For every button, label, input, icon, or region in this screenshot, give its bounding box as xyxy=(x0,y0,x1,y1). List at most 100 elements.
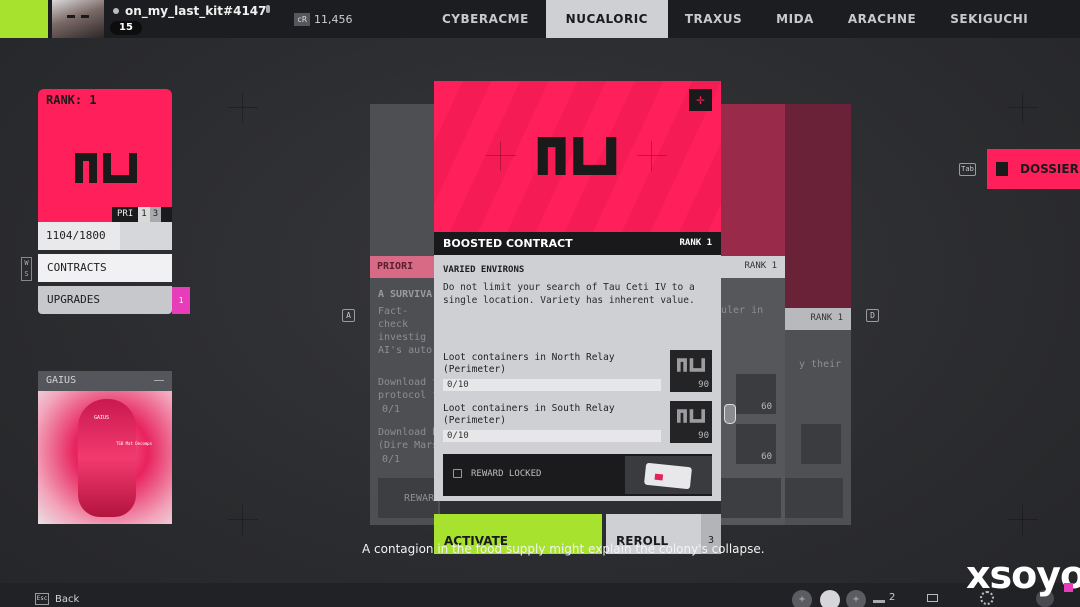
gaius-header: GAIUS xyxy=(38,371,172,391)
card-reward-text: REWAR xyxy=(404,493,435,504)
menu-key-hint: W S xyxy=(21,257,32,281)
bg-crosshair xyxy=(228,505,258,535)
gaius-hud-label: GAIUS xyxy=(94,415,110,421)
add-friend-icon[interactable]: + xyxy=(792,590,812,607)
card-title: A SURVIVA xyxy=(378,289,433,300)
card-objective-value: 0/1 xyxy=(382,454,401,465)
gaius-label: GAIUS xyxy=(46,375,77,386)
card-reward: REWAR xyxy=(378,478,438,518)
bg-crosshair xyxy=(228,93,258,123)
invite-icon[interactable]: + xyxy=(846,590,866,607)
tab-arachne[interactable]: ARACHNE xyxy=(831,0,933,38)
pri-total: 3 xyxy=(149,207,162,222)
squad-count: 2 xyxy=(889,592,896,603)
thumb-value: 60 xyxy=(761,452,772,462)
objective-progress: 0/10 xyxy=(443,379,661,391)
mic-icon xyxy=(266,5,270,13)
card-art xyxy=(785,104,851,308)
tab-cyberacme[interactable]: CYBERACME xyxy=(425,0,546,38)
watermark-dot xyxy=(1064,583,1073,592)
tab-sekiguchi[interactable]: SEKIGUCHI xyxy=(933,0,1045,38)
menu-upgrades[interactable]: UPGRADES xyxy=(38,286,172,314)
card-reward xyxy=(785,478,843,518)
credits-amount: 11,456 xyxy=(314,13,353,26)
card-text: uler in xyxy=(721,305,764,316)
card-header: PRIORI xyxy=(370,256,440,278)
avatar-eye xyxy=(67,15,75,18)
background-contract-card[interactable]: RANK 1 y their xyxy=(785,104,851,525)
card-reward-thumb: 60 xyxy=(736,374,776,414)
art-crosshair xyxy=(486,141,516,171)
faction-rank-card xyxy=(38,109,172,222)
card-text: Fact-check investig AI's auto xyxy=(378,306,433,356)
tab-traxus[interactable]: TRAXUS xyxy=(668,0,759,38)
player-avatar[interactable] xyxy=(52,0,104,38)
contract-description: Do not limit your search of Tau Ceti IV … xyxy=(443,282,695,306)
player-username[interactable]: on_my_last_kit#4147 xyxy=(125,4,267,18)
hand-cursor-icon xyxy=(724,404,736,424)
reputation-progress-text: 1104/1800 xyxy=(46,229,106,242)
art-crosshair xyxy=(637,141,667,171)
card-reward-thumb xyxy=(801,424,841,464)
objective-reward-thumb[interactable]: 90 xyxy=(670,350,712,392)
bg-crosshair xyxy=(1008,93,1038,123)
menu-contracts[interactable]: CONTRACTS xyxy=(38,254,172,282)
contract-rank: RANK 1 xyxy=(679,238,712,248)
reward-locked-text: REWARD LOCKED xyxy=(471,469,542,479)
dossier-icon xyxy=(996,162,1008,176)
tab-mida[interactable]: MIDA xyxy=(759,0,831,38)
objective-label: Loot containers in South Relay (Perimete… xyxy=(443,403,615,426)
lock-icon xyxy=(453,469,462,478)
crate-accent xyxy=(654,473,664,481)
nucaloric-logo-icon xyxy=(537,137,617,175)
avatar-eye xyxy=(81,15,89,18)
upgrades-notification-badge: 1 xyxy=(172,287,190,314)
card-objective: Download h (Dire Mars xyxy=(378,427,439,451)
squad-icon[interactable] xyxy=(873,593,885,603)
reward-value: 90 xyxy=(698,380,709,390)
add-icon[interactable]: ✛ xyxy=(689,89,712,111)
contract-title: VARIED ENVIRONS xyxy=(443,265,525,275)
card-reward xyxy=(721,478,781,518)
esc-key: Esc xyxy=(35,593,49,605)
watermark-logo: xsoyo xyxy=(966,553,1080,597)
player-level-badge: 15 xyxy=(110,21,142,35)
reward-value: 90 xyxy=(698,431,709,441)
nucaloric-logo-icon xyxy=(677,409,705,423)
bottom-bar xyxy=(0,583,1080,607)
faction-tabs: CYBERACME NUCALORIC TRAXUS MIDA ARACHNE … xyxy=(425,0,1045,38)
faction-accent xyxy=(0,0,48,38)
card-header-label: PRIORI xyxy=(377,261,414,272)
card-objective: Download t protocol f xyxy=(378,377,439,401)
mail-icon[interactable] xyxy=(927,594,938,602)
reputation-progress: 1104/1800 xyxy=(38,222,172,250)
faction-rank-label: RANK: 1 xyxy=(38,89,172,109)
back-button[interactable]: Back xyxy=(55,594,79,605)
card-objective-value: 0/1 xyxy=(382,404,401,415)
priority-indicator: PRI 1 3 xyxy=(112,207,172,222)
card-header: RANK 1 xyxy=(785,308,851,330)
next-contract-key[interactable]: D xyxy=(866,309,879,322)
nucaloric-logo-icon xyxy=(677,358,705,372)
contract-header: BOOSTED CONTRACT RANK 1 xyxy=(434,232,721,255)
crate xyxy=(643,462,693,490)
reward-crate-image xyxy=(625,456,712,494)
objective-progress: 0/10 xyxy=(443,430,661,442)
card-reward-thumb: 60 xyxy=(736,424,776,464)
gaius-hud-label: TSB Mat Decomps xyxy=(116,441,153,446)
party-icon[interactable] xyxy=(820,590,840,607)
background-contract-card[interactable]: RANK 1 uler in 60 60 xyxy=(721,104,785,525)
minimize-icon[interactable] xyxy=(154,380,164,381)
prev-contract-key[interactable]: A xyxy=(342,309,355,322)
objective-label: Loot containers in North Relay (Perimete… xyxy=(443,352,615,375)
thumb-value: 60 xyxy=(761,402,772,412)
gaius-portrait[interactable]: GAIUS TSB Mat Decomps xyxy=(38,391,172,524)
card-art xyxy=(721,104,785,256)
card-text: y their xyxy=(799,359,842,370)
tab-nucaloric[interactable]: NUCALORIC xyxy=(545,0,668,38)
contract-type: BOOSTED CONTRACT xyxy=(443,237,573,250)
objective-reward-thumb[interactable]: 90 xyxy=(670,401,712,443)
nucaloric-logo-icon xyxy=(75,153,137,183)
dossier-key-hint: Tab xyxy=(959,163,976,176)
background-contract-card[interactable]: PRIORI A SURVIVA Fact-check investig AI'… xyxy=(370,104,440,525)
